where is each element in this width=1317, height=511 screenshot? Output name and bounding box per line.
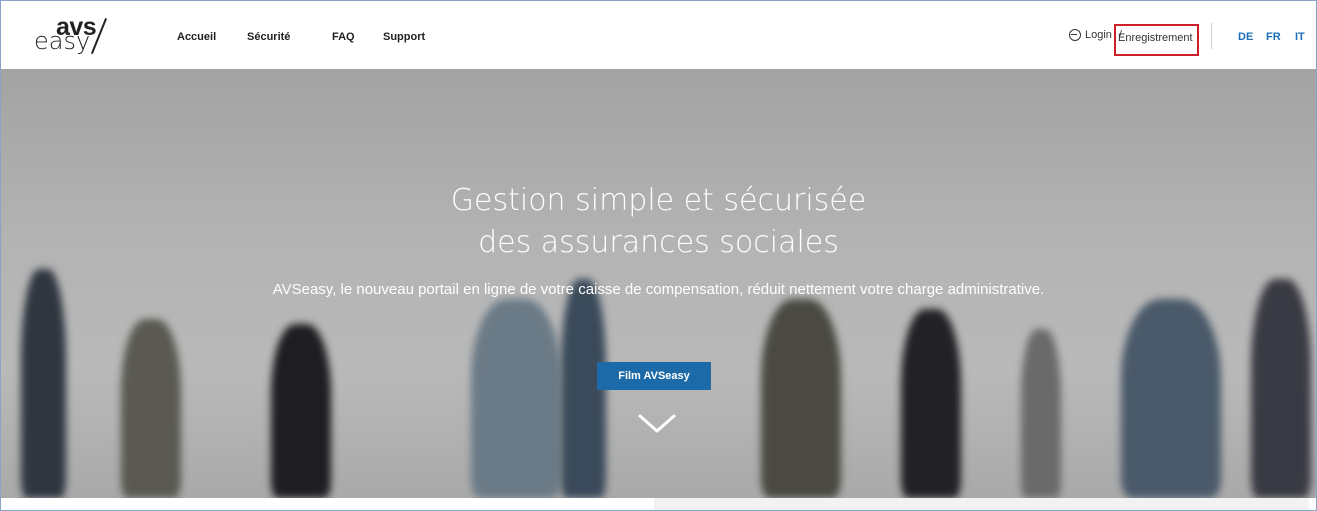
film-avseasy-button[interactable]: Film AVSeasy [597,362,711,390]
background-person [471,299,561,498]
background-person [271,324,331,498]
background-person [761,299,841,498]
nav-item-securite[interactable]: Sécurité [247,31,290,43]
register-link[interactable]: Enregistrement [1118,32,1193,44]
hero-title-line2: des assurances sociales [478,225,839,260]
background-person [121,319,181,498]
background-person [1021,329,1061,498]
chevron-down-icon[interactable] [637,413,677,435]
browser-frame: avs easy Accueil Sécurité FAQ Support Lo… [0,0,1317,511]
content-panel-left [9,498,654,510]
background-person [1251,279,1311,498]
background-person [901,309,961,498]
nav-item-faq[interactable]: FAQ [332,31,355,43]
lang-de[interactable]: DE [1238,31,1253,43]
header-divider [1211,23,1212,49]
nav-item-accueil[interactable]: Accueil [177,31,216,43]
background-person [1121,299,1221,498]
hero-title-line1: Gestion simple et sécurisée [450,183,867,218]
avseasy-logo[interactable]: avs easy [34,13,124,59]
film-button-label: Film AVSeasy [618,370,690,382]
nav-item-support[interactable]: Support [383,31,425,43]
hero-subtitle: AVSeasy, le nouveau portail en ligne de … [272,281,1045,298]
lang-it[interactable]: IT [1295,31,1305,43]
logo-bottom-text: easy [34,27,91,55]
content-panel-right [654,498,1309,510]
login-label: Login [1085,29,1112,41]
hero-banner: Gestion simple et sécurisée des assuranc… [1,69,1316,498]
login-icon [1069,29,1081,41]
background-person [21,269,66,498]
site-header: avs easy Accueil Sécurité FAQ Support Lo… [1,1,1316,69]
lang-fr[interactable]: FR [1266,31,1281,43]
